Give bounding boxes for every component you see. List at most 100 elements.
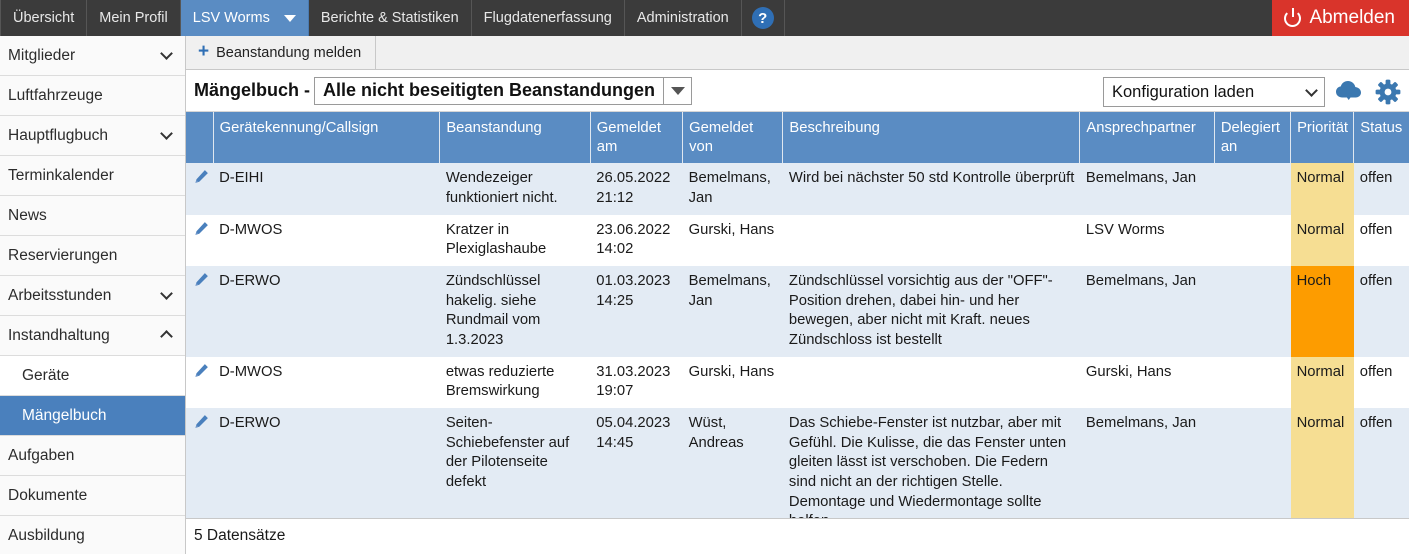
sidebar-item-reservierungen[interactable]: Reservierungen [0, 236, 185, 276]
logout-label: Abmelden [1309, 7, 1395, 28]
sidebar-item-mitglieder[interactable]: Mitglieder [0, 36, 185, 76]
page-title: Mängelbuch - [194, 80, 310, 101]
column-header-reported_on[interactable]: Gemeldet am [590, 112, 684, 164]
cell-description: Zündschlüssel vorsichtig aus der "OFF"-P… [782, 265, 1080, 357]
topnav-item-administration[interactable]: Administration [625, 0, 742, 36]
topnav-item-bersicht[interactable]: Übersicht [0, 0, 88, 36]
cell-priority-badge: Normal [1290, 356, 1354, 408]
gear-icon[interactable] [1375, 79, 1401, 105]
sidebar-item-geräte[interactable]: Geräte [0, 356, 185, 396]
cell-device: D-MWOS [213, 214, 440, 266]
sidebar-item-aufgaben[interactable]: Aufgaben [0, 436, 185, 476]
table-row[interactable]: D-MWOS Kratzer in Plexiglashaube 23.06.202… [186, 214, 1409, 266]
cell-priority-badge: Normal [1290, 163, 1354, 215]
action-toolbar: + Beanstandung melden [186, 36, 1409, 71]
sidebar-item-label: Instandhaltung [8, 326, 110, 344]
column-header-description[interactable]: Beschreibung [782, 112, 1081, 164]
sidebar-item-dokumente[interactable]: Dokumente [0, 476, 185, 516]
table-footer: 5 Datensätze [186, 517, 1409, 554]
cell-status: offen [1353, 163, 1409, 215]
table-row[interactable]: D-ERWO Seiten-Schiebefenster auf der Pilo… [186, 407, 1409, 518]
cell-delegated-to [1214, 265, 1291, 357]
column-header-edit[interactable] [186, 112, 214, 164]
sidebar-navigation: Mitglieder Luftfahrzeuge Hauptflugbuch Term… [0, 36, 186, 554]
help-button[interactable]: ? [742, 0, 785, 36]
sidebar-item-luftfahrzeuge[interactable]: Luftfahrzeuge [0, 76, 185, 116]
topnav-item-label: LSV Worms [192, 10, 270, 26]
sidebar-item-label: Terminkalender [8, 166, 114, 184]
sidebar-item-arbeitsstunden[interactable]: Arbeitsstunden [0, 276, 185, 316]
pencil-icon[interactable] [194, 363, 209, 384]
cloud-download-icon[interactable] [1335, 80, 1365, 104]
cell-reported-on: 23.06.2022 14:02 [590, 214, 683, 266]
sidebar-item-label: Dokumente [8, 486, 88, 504]
sidebar-item-terminkalender[interactable]: Terminkalender [0, 156, 185, 196]
column-header-complaint[interactable]: Beanstandung [439, 112, 591, 164]
load-configuration-select[interactable]: Konfiguration laden [1103, 77, 1325, 108]
cell-device: D-ERWO [213, 407, 440, 518]
sidebar-item-label: News [8, 206, 47, 224]
cell-status: offen [1353, 214, 1409, 266]
sidebar-item-ausbildung[interactable]: Ausbildung [0, 516, 185, 554]
topnav-item-mein-profil[interactable]: Mein Profil [87, 0, 181, 36]
cell-delegated-to [1214, 163, 1291, 215]
cell-reported-on: 31.03.2023 19:07 [590, 356, 683, 408]
cell-description [782, 214, 1080, 266]
cell-contact: Bemelmans, Jan [1079, 407, 1215, 518]
column-header-contact[interactable]: Ansprechpartner [1079, 112, 1215, 164]
pencil-icon[interactable] [194, 414, 209, 435]
complaints-table-container[interactable]: Gerätekennung/Callsign Beanstandung Gemeld… [186, 112, 1409, 518]
chevron-down-icon [160, 127, 173, 140]
cell-priority-badge: Hoch [1290, 265, 1354, 357]
topnav-item-label: Administration [636, 10, 729, 26]
cell-reported-on: 05.04.2023 14:45 [590, 407, 683, 518]
edit-row-button[interactable] [186, 407, 214, 518]
sidebar-item-label: Luftfahrzeuge [8, 86, 103, 104]
load-configuration-value: Konfiguration laden [1112, 82, 1255, 101]
page-body: Mitglieder Luftfahrzeuge Hauptflugbuch Term… [0, 36, 1409, 554]
cell-reported-by: Gurski, Hans [682, 356, 783, 408]
table-row[interactable]: D-ERWO Zündschlüssel hakelig. siehe Rundm… [186, 265, 1409, 357]
report-complaint-button[interactable]: + Beanstandung melden [186, 36, 377, 70]
sidebar-item-mängelbuch[interactable]: Mängelbuch [0, 396, 185, 436]
edit-row-button[interactable] [186, 163, 214, 215]
edit-row-button[interactable] [186, 214, 214, 266]
sidebar-item-hauptflugbuch[interactable]: Hauptflugbuch [0, 116, 185, 156]
cell-device: D-ERWO [213, 265, 440, 357]
sidebar-item-instandhaltung[interactable]: Instandhaltung [0, 316, 185, 356]
filter-select[interactable]: Alle nicht beseitigten Beanstandungen [314, 76, 693, 105]
table-row[interactable]: D-EIHI Wendezeiger funktioniert nicht. 26.… [186, 163, 1409, 215]
cell-reported-on: 26.05.2022 21:12 [590, 163, 683, 215]
cell-device: D-MWOS [213, 356, 440, 408]
topnav-item-lsv-worms[interactable]: LSV Worms [180, 0, 309, 36]
filter-select-arrow[interactable] [663, 77, 691, 104]
cell-priority-badge: Normal [1290, 407, 1354, 518]
title-row: Mängelbuch - Alle nicht beseitigten Bean… [186, 70, 1409, 113]
chevron-down-icon [160, 47, 173, 60]
sidebar-item-news[interactable]: News [0, 196, 185, 236]
column-header-priority[interactable]: Priorität [1290, 112, 1355, 164]
topnav-item-flugdatenerfassung[interactable]: Flugdatenerfassung [472, 0, 625, 36]
cell-reported-by: Bemelmans, Jan [682, 265, 783, 357]
cell-complaint: Kratzer in Plexiglashaube [439, 214, 591, 266]
column-header-reported_by[interactable]: Gemeldet von [682, 112, 784, 164]
logout-button[interactable]: Abmelden [1272, 0, 1409, 36]
pencil-icon[interactable] [194, 272, 209, 293]
edit-row-button[interactable] [186, 356, 214, 408]
edit-row-button[interactable] [186, 265, 214, 357]
column-header-device[interactable]: Gerätekennung/Callsign [213, 112, 441, 164]
cell-contact: Bemelmans, Jan [1079, 163, 1215, 215]
sidebar-item-label: Reservierungen [8, 246, 118, 264]
cell-status: offen [1353, 265, 1409, 357]
cell-contact: LSV Worms [1079, 214, 1215, 266]
column-header-delegated_to[interactable]: Delegiert an [1214, 112, 1292, 164]
pencil-icon[interactable] [194, 169, 209, 190]
chevron-down-icon [670, 86, 685, 95]
pencil-icon[interactable] [194, 221, 209, 242]
cell-reported-by: Gurski, Hans [682, 214, 783, 266]
table-row[interactable]: D-MWOS etwas reduzierte Bremswirkung 31.03… [186, 356, 1409, 408]
column-header-status[interactable]: Status [1353, 112, 1409, 164]
cell-contact: Gurski, Hans [1079, 356, 1215, 408]
cell-priority-badge: Normal [1290, 214, 1354, 266]
topnav-item-berichte-statistiken[interactable]: Berichte & Statistiken [309, 0, 472, 36]
